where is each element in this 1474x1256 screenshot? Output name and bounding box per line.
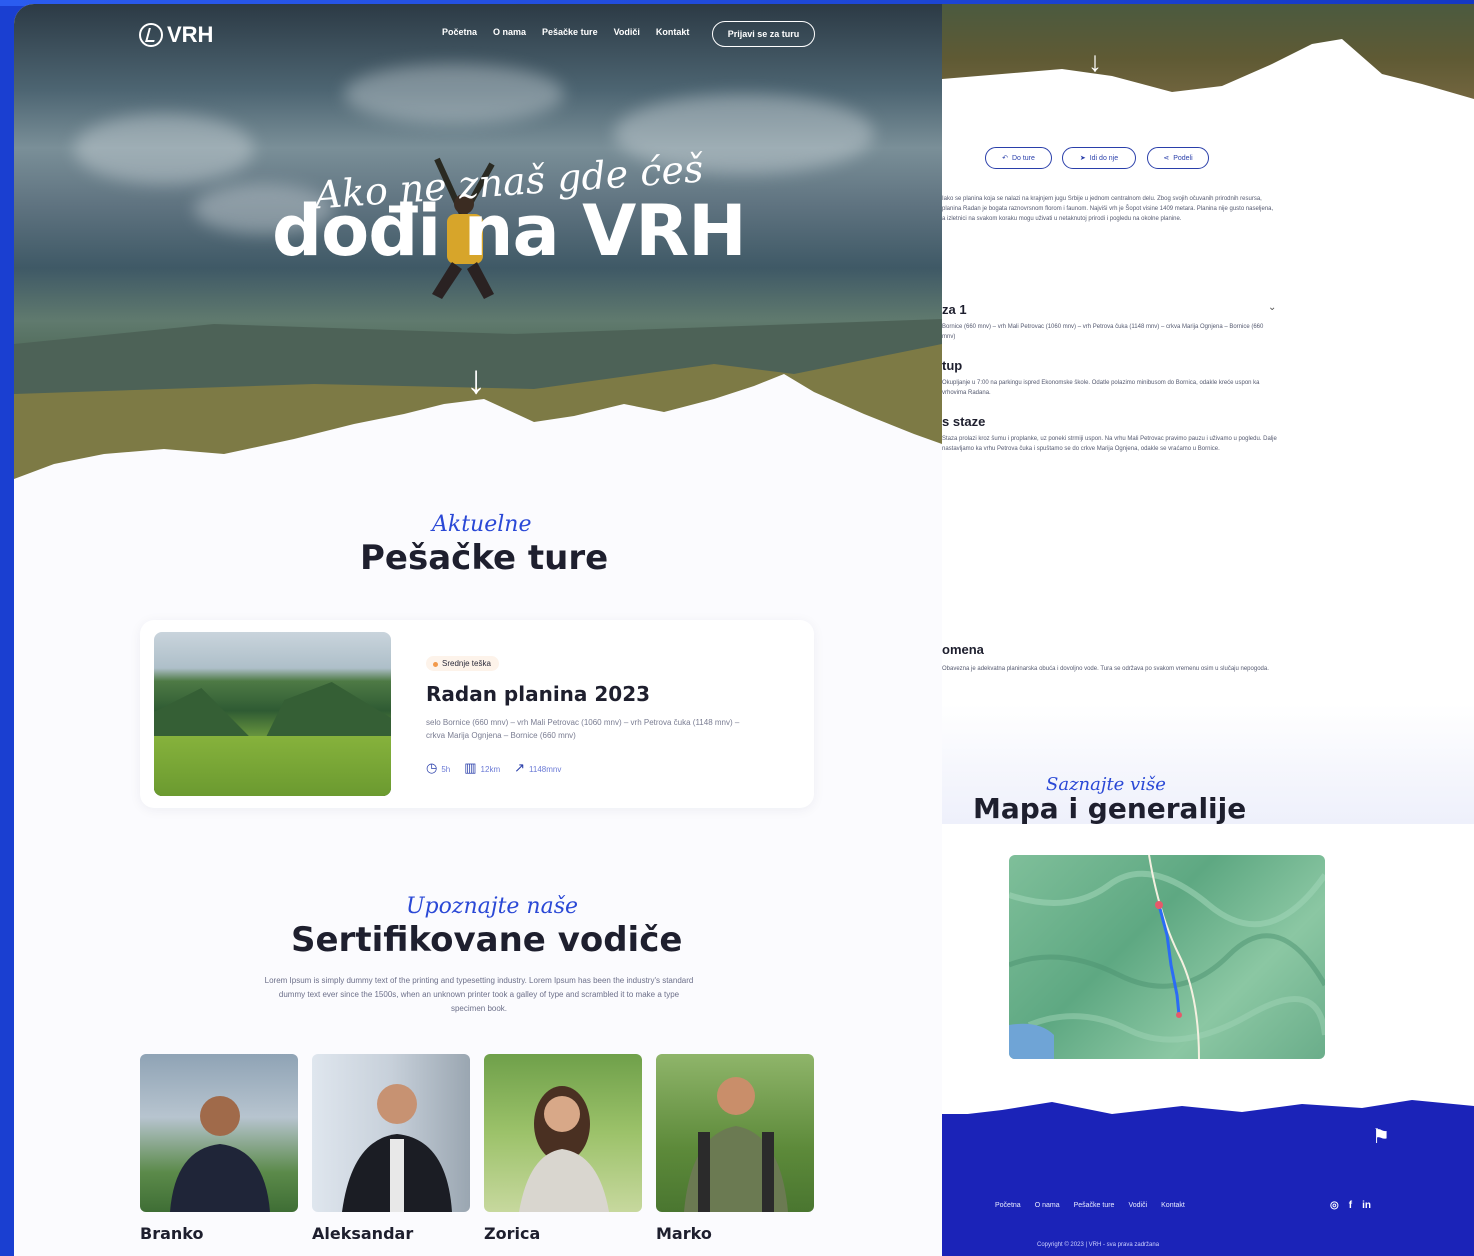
tour-route: selo Bornice (660 mnv) – vrh Mali Petrov… xyxy=(426,718,740,740)
instagram-icon[interactable]: ◎ xyxy=(1330,1200,1339,1211)
section-text-4: Obavezna je adekvatna planinarska obuća … xyxy=(942,666,1269,672)
brand-logo[interactable]: VRH xyxy=(139,22,213,48)
guide-photo-aleksandar[interactable] xyxy=(312,1054,470,1212)
guide-name-aleksandar[interactable]: Aleksandar xyxy=(312,1224,413,1243)
homepage-mockup: VRH Početna O nama Pešačke ture Vodiči K… xyxy=(14,4,942,1256)
site-footer: ⚑ Početna O nama Pešačke ture Vodiči Kon… xyxy=(942,1100,1474,1256)
directions-button[interactable]: ➤ Idi do nje xyxy=(1062,147,1136,169)
tour-meta: ◷ 5h ▥ 12km ↗ 1148mnv xyxy=(426,760,561,776)
chevron-down-icon[interactable]: ⌄ xyxy=(1268,302,1276,313)
section-title-2: tup xyxy=(942,358,963,373)
tour-title[interactable]: Radan planina 2023 xyxy=(426,682,650,706)
back-arrow-icon: ↶ xyxy=(1002,155,1008,162)
section-text-2: Okupljanje u 7:00 na parkingu ispred Eko… xyxy=(942,380,1260,396)
guide-photo-marko[interactable] xyxy=(656,1054,814,1212)
nav-item-o-nama[interactable]: O nama xyxy=(493,27,526,37)
guide-name-marko[interactable]: Marko xyxy=(656,1224,712,1243)
tour-image xyxy=(154,632,391,796)
tour-card[interactable]: Srednje teška Radan planina 2023 selo Bo… xyxy=(140,620,814,808)
tours-script-label: Aktuelne xyxy=(432,512,532,537)
footer-nav: Početna O nama Pešačke ture Vodiči Konta… xyxy=(995,1202,1185,1209)
nav-item-vodici[interactable]: Vodiči xyxy=(614,27,640,37)
tour-elevation: 1148mnv xyxy=(529,765,562,774)
linkedin-icon[interactable]: in xyxy=(1362,1200,1371,1211)
tour-distance: 12km xyxy=(480,765,501,774)
tour-detail-mockup: ↓ ↶ Do ture ➤ Idi do nje ⋖ Podeli Iako se p… xyxy=(942,4,1474,1256)
back-to-tour-button[interactable]: ↶ Do ture xyxy=(985,147,1052,169)
copyright-text: Copyright © 2023 | VRH - sva prava zadrž… xyxy=(1037,1242,1160,1248)
route-map[interactable] xyxy=(1009,855,1325,1059)
map-title: Mapa i generalije xyxy=(973,792,1247,825)
guide-photo-zorica[interactable] xyxy=(484,1054,642,1212)
tours-title: Pešačke ture xyxy=(360,538,609,578)
nav-item-pocetna[interactable]: Početna xyxy=(442,27,477,37)
detail-hero-image xyxy=(942,4,1474,114)
guide-photo-branko[interactable] xyxy=(140,1054,298,1212)
guides-lead-text: Lorem Ipsum is simply dummy text of the … xyxy=(264,976,694,1013)
share-icon: ⋖ xyxy=(1163,155,1170,162)
main-nav: Početna O nama Pešačke ture Vodiči Konta… xyxy=(442,27,689,37)
guide-name-branko[interactable]: Branko xyxy=(140,1224,203,1243)
share-button[interactable]: ⋖ Podeli xyxy=(1147,147,1209,169)
difficulty-badge: Srednje teška xyxy=(426,656,499,671)
section-title-3: s staze xyxy=(942,414,986,429)
footer-nav-pesacke-ture[interactable]: Pešačke ture xyxy=(1074,1202,1115,1209)
nav-item-pesacke-ture[interactable]: Pešačke ture xyxy=(542,27,598,37)
footer-nav-vodici[interactable]: Vodiči xyxy=(1128,1202,1147,1209)
facebook-icon[interactable]: f xyxy=(1349,1200,1352,1211)
social-links: ◎ f in xyxy=(1330,1200,1371,1211)
guides-script-label: Upoznajte naše xyxy=(406,894,579,919)
footer-nav-pocetna[interactable]: Početna xyxy=(995,1202,1021,1209)
signpost-icon: ⚑ xyxy=(1372,1126,1390,1148)
signup-tour-button[interactable]: Prijavi se za turu xyxy=(712,21,815,47)
scroll-down-arrow-icon[interactable]: ↓ xyxy=(1088,46,1102,78)
tour-duration: 5h xyxy=(441,765,451,774)
nav-item-kontakt[interactable]: Kontakt xyxy=(656,27,690,37)
map-icon: ▥ xyxy=(464,760,477,775)
elevation-arrow-icon: ↗ xyxy=(514,760,526,775)
section-text-3: Staza prolazi kroz šumu i proplanke, uz … xyxy=(942,436,1277,452)
footer-nav-o-nama[interactable]: O nama xyxy=(1035,1202,1060,1209)
section-text-1: Bornice (660 mnv) – vrh Mali Petrovac (1… xyxy=(942,324,1264,340)
section-title-4: omena xyxy=(942,642,984,657)
clock-icon: ◷ xyxy=(426,760,438,775)
guides-title: Sertifikovane vodiče xyxy=(291,920,683,960)
logo-mark-icon xyxy=(139,23,163,47)
hero-title: dođi na VRH xyxy=(272,190,747,272)
hero-section: VRH Početna O nama Pešačke ture Vodiči K… xyxy=(14,4,942,484)
navigation-icon: ➤ xyxy=(1079,155,1086,162)
footer-nav-kontakt[interactable]: Kontakt xyxy=(1161,1202,1185,1209)
section-title-1[interactable]: za 1 xyxy=(942,302,967,317)
guide-name-zorica[interactable]: Zorica xyxy=(484,1224,540,1243)
scroll-down-arrow-icon[interactable]: ↓ xyxy=(466,360,486,400)
tour-intro-text: Iako se planina koja se nalazi na krajnj… xyxy=(942,196,1274,222)
